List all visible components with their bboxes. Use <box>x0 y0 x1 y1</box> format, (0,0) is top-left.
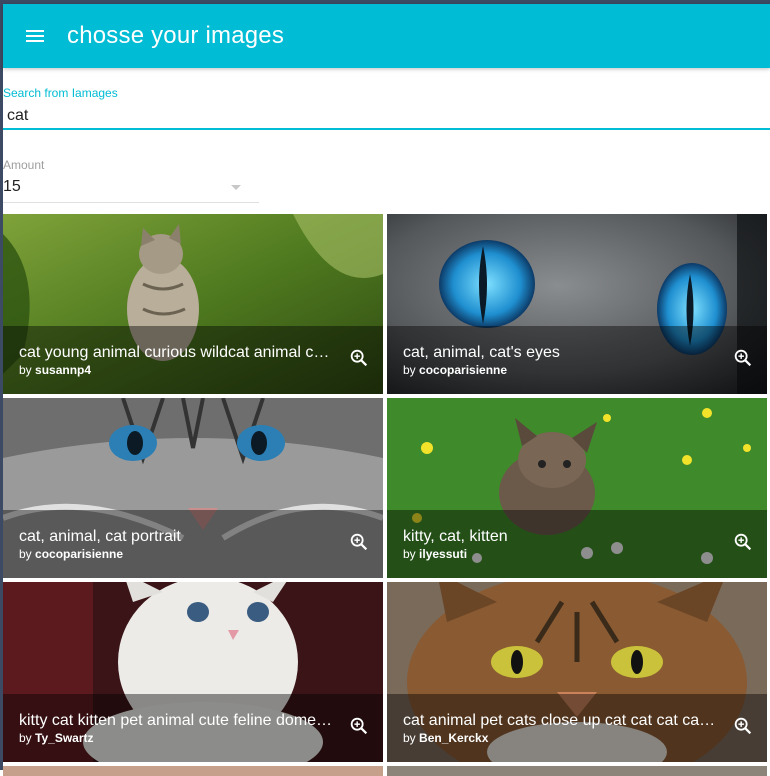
amount-select[interactable]: 15 <box>3 176 259 203</box>
tile-author-line: by cocoparisienne <box>403 363 507 377</box>
tile-title: cat animal pet cats close up cat cat cat… <box>403 712 716 729</box>
zoom-in-icon <box>734 349 752 367</box>
zoom-in-icon <box>350 349 368 367</box>
zoom-in-icon <box>734 533 752 551</box>
search-label: Search from Iamages <box>3 86 118 100</box>
dropdown-arrow-icon <box>231 185 241 190</box>
tile-author: Ben_Kerckx <box>419 731 489 745</box>
image-tile[interactable]: kitty cat kitten pet animal cute feline … <box>3 582 383 762</box>
search-field: Search from Iamages <box>3 84 770 132</box>
zoom-in-icon <box>734 717 752 735</box>
tile-author: Ty_Swartz <box>35 731 94 745</box>
by-label: by <box>19 547 32 561</box>
tile-caption-bar: kitty, cat, kitten by ilyessuti <box>387 510 767 578</box>
tile-title: kitty cat kitten pet animal cute feline … <box>19 712 333 729</box>
image-tile[interactable]: cat, animal, cat's eyes by cocoparisienn… <box>387 214 767 394</box>
image-tile[interactable]: cat, animal, cat portrait by cocoparisie… <box>3 398 383 578</box>
tile-author: cocoparisienne <box>419 363 508 377</box>
tile-author-line: by cocoparisienne <box>19 547 123 561</box>
image-tile-partial[interactable] <box>387 766 767 776</box>
tile-caption-bar: cat animal pet cats close up cat cat cat… <box>387 694 767 762</box>
tile-author-line: by Ben_Kerckx <box>403 731 488 745</box>
zoom-button[interactable] <box>345 712 373 740</box>
zoom-in-icon <box>350 533 368 551</box>
tile-caption-bar: cat, animal, cat's eyes by cocoparisienn… <box>387 326 767 394</box>
tile-author-line: by ilyessuti <box>403 547 467 561</box>
tile-title: cat, animal, cat portrait <box>19 528 181 545</box>
tile-title: cat, animal, cat's eyes <box>403 344 560 361</box>
page-title: chosse your images <box>67 22 285 49</box>
tile-author: ilyessuti <box>419 547 468 561</box>
tile-author: susannp4 <box>35 363 92 377</box>
tile-author-line: by susannp4 <box>19 363 91 377</box>
menu-button[interactable] <box>3 4 67 68</box>
tile-author: cocoparisienne <box>35 547 124 561</box>
tile-title: kitty, cat, kitten <box>403 528 508 545</box>
zoom-button[interactable] <box>345 344 373 372</box>
tile-author-line: by Ty_Swartz <box>19 731 94 745</box>
zoom-in-icon <box>350 717 368 735</box>
zoom-button[interactable] <box>729 528 757 556</box>
search-input[interactable] <box>3 104 770 130</box>
zoom-button[interactable] <box>345 528 373 556</box>
by-label: by <box>19 731 32 745</box>
by-label: by <box>403 547 416 561</box>
tile-caption-bar: cat young animal curious wildcat animal … <box>3 326 383 394</box>
amount-value: 15 <box>3 178 21 195</box>
amount-field: Amount 15 <box>3 156 259 204</box>
zoom-button[interactable] <box>729 344 757 372</box>
image-tile-partial[interactable] <box>3 766 383 776</box>
tile-caption-bar: kitty cat kitten pet animal cute feline … <box>3 694 383 762</box>
image-tile[interactable]: kitty, cat, kitten by ilyessuti <box>387 398 767 578</box>
amount-label: Amount <box>3 158 45 172</box>
by-label: by <box>403 731 416 745</box>
app-bar: chosse your images <box>3 4 770 68</box>
zoom-button[interactable] <box>729 712 757 740</box>
by-label: by <box>403 363 416 377</box>
image-tile[interactable]: cat animal pet cats close up cat cat cat… <box>387 582 767 762</box>
image-tile[interactable]: cat young animal curious wildcat animal … <box>3 214 383 394</box>
hamburger-menu-icon <box>26 30 44 42</box>
tile-caption-bar: cat, animal, cat portrait by cocoparisie… <box>3 510 383 578</box>
by-label: by <box>19 363 32 377</box>
tile-title: cat young animal curious wildcat animal … <box>19 344 330 361</box>
